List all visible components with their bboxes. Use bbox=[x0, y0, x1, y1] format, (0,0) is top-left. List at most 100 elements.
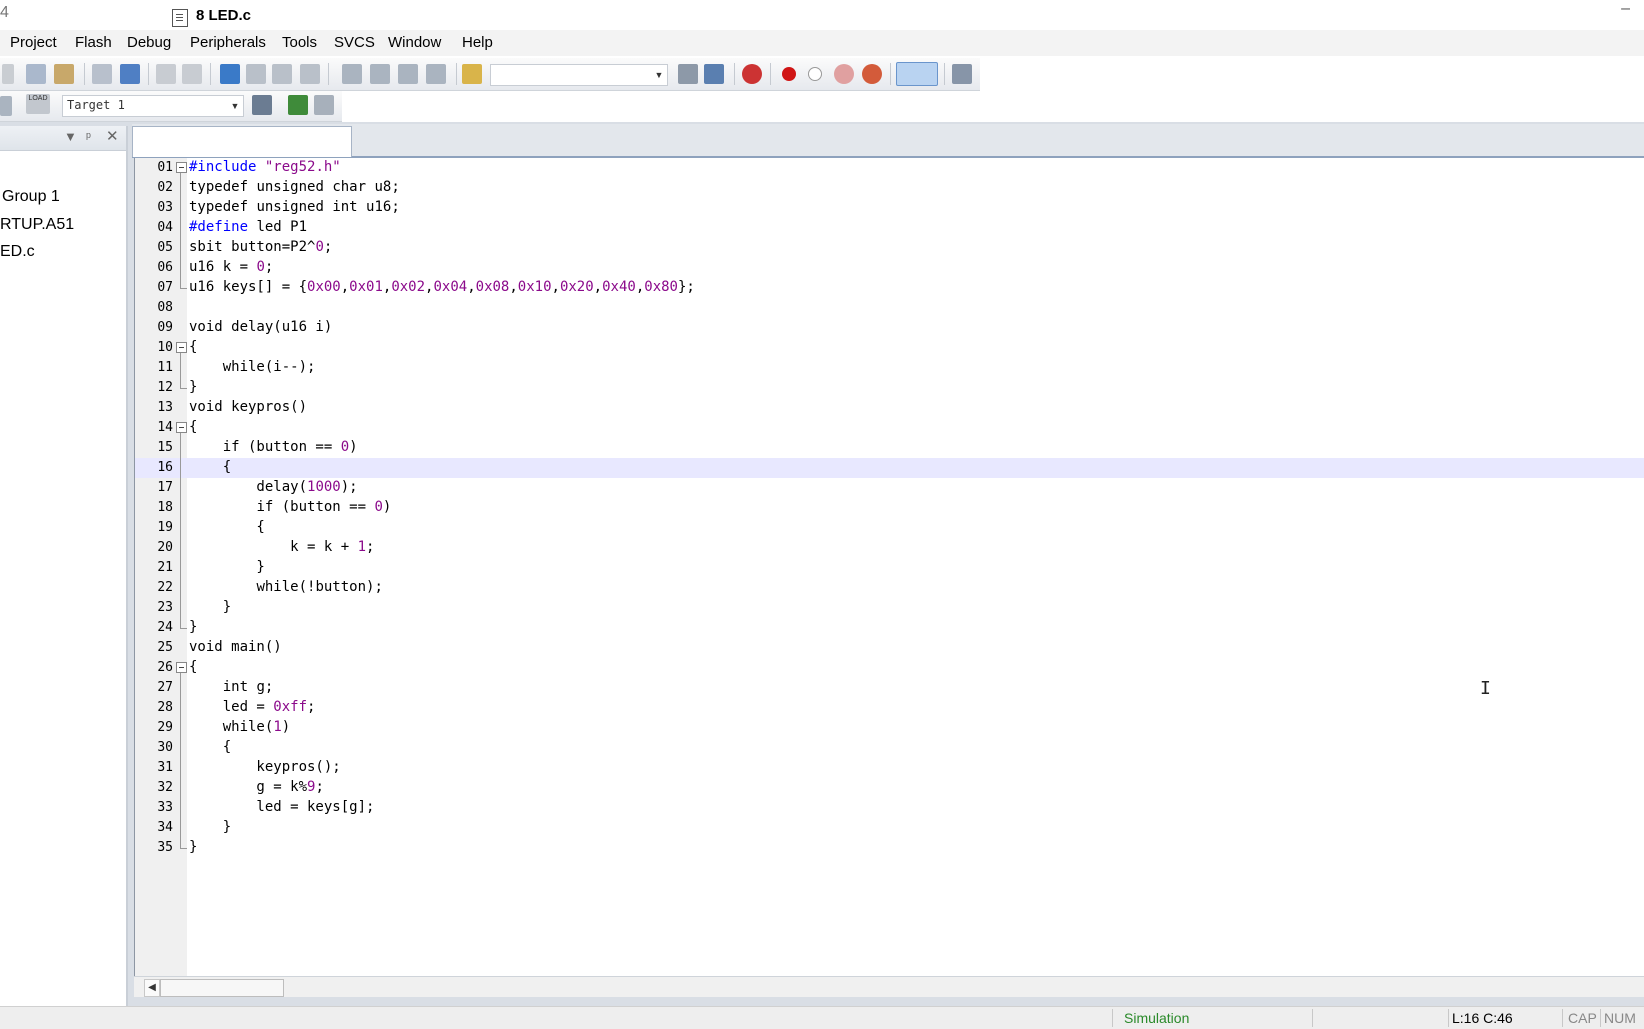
code-line[interactable]: 20 k = k + 1; bbox=[135, 538, 1644, 558]
tree-item-led-c[interactable]: ED.c bbox=[0, 243, 35, 261]
code-line[interactable]: 14 { bbox=[135, 418, 1644, 438]
disable-all-breakpoints-icon[interactable] bbox=[862, 64, 882, 84]
code-line[interactable]: 10 { bbox=[135, 338, 1644, 358]
code-line[interactable]: 26 { bbox=[135, 658, 1644, 678]
nav-forward-icon[interactable] bbox=[182, 64, 202, 84]
panel-dropdown-icon[interactable]: ▼ bbox=[64, 129, 77, 144]
fold-guide bbox=[175, 498, 187, 518]
code-line[interactable]: 02 typedef unsigned char u8; bbox=[135, 178, 1644, 198]
code-line[interactable]: 25 void main() bbox=[135, 638, 1644, 658]
code-line[interactable]: 22 while(!button); bbox=[135, 578, 1644, 598]
cut-icon[interactable] bbox=[2, 64, 14, 84]
manage-project-items-icon[interactable] bbox=[288, 95, 308, 115]
code-line[interactable]: 09 void delay(u16 i) bbox=[135, 318, 1644, 338]
code-line[interactable]: 24} bbox=[135, 618, 1644, 638]
code-line[interactable]: 16 { bbox=[135, 458, 1644, 478]
fold-toggle-icon[interactable] bbox=[175, 658, 187, 678]
find-combo[interactable]: ▼ bbox=[490, 64, 668, 86]
uncomment-icon[interactable] bbox=[426, 64, 446, 84]
code-line[interactable]: 08 bbox=[135, 298, 1644, 318]
disable-breakpoint-icon[interactable] bbox=[808, 67, 822, 81]
scroll-left-icon[interactable]: ◀ bbox=[144, 979, 160, 997]
nav-back-icon[interactable] bbox=[156, 64, 176, 84]
fold-guide bbox=[175, 838, 187, 858]
fold-toggle-icon[interactable] bbox=[175, 418, 187, 438]
menu-tools[interactable]: Tools bbox=[282, 34, 317, 51]
code-line[interactable]: 30 { bbox=[135, 738, 1644, 758]
chevron-down-icon[interactable]: ▼ bbox=[229, 99, 241, 113]
line-number: 34 bbox=[157, 820, 173, 835]
indent-icon[interactable] bbox=[342, 64, 362, 84]
fold-toggle-icon[interactable] bbox=[175, 158, 187, 178]
redo-icon[interactable] bbox=[120, 64, 140, 84]
code-line[interactable]: 31 keypros(); bbox=[135, 758, 1644, 778]
config-icon[interactable] bbox=[704, 64, 724, 84]
code-line[interactable]: 15 if (button == 0) bbox=[135, 438, 1644, 458]
unindent-icon[interactable] bbox=[370, 64, 390, 84]
incremental-find-icon[interactable] bbox=[678, 64, 698, 84]
wrench-icon[interactable] bbox=[952, 64, 972, 84]
menu-peripherals[interactable]: Peripherals bbox=[190, 34, 266, 51]
code-line[interactable]: 03 typedef unsigned int u16; bbox=[135, 198, 1644, 218]
code-line[interactable]: 29 while(1) bbox=[135, 718, 1644, 738]
fold-guide bbox=[175, 378, 187, 398]
code-line[interactable]: 05 sbit button=P2^0; bbox=[135, 238, 1644, 258]
debug-session-icon[interactable] bbox=[742, 64, 762, 84]
menu-window[interactable]: Window bbox=[388, 34, 441, 51]
window-layout-icon[interactable] bbox=[896, 62, 938, 86]
code-line[interactable]: 33 led = keys[g]; bbox=[135, 798, 1644, 818]
code-line[interactable]: 23 } bbox=[135, 598, 1644, 618]
code-line[interactable]: 21 } bbox=[135, 558, 1644, 578]
minimize-button[interactable]: – bbox=[1621, 0, 1630, 18]
load-icon[interactable]: LOAD bbox=[26, 94, 50, 114]
code-text: } bbox=[189, 599, 232, 615]
copy-icon[interactable] bbox=[26, 64, 46, 84]
clear-bookmarks-icon[interactable] bbox=[300, 64, 320, 84]
code-editor[interactable]: 01 #include "reg52.h" 02 typedef unsigned c… bbox=[134, 158, 1644, 976]
undo-icon[interactable] bbox=[92, 64, 112, 84]
code-line[interactable]: 11 while(i--); bbox=[135, 358, 1644, 378]
target-select[interactable]: Target 1 ▼ bbox=[62, 95, 244, 117]
code-line[interactable]: 19 { bbox=[135, 518, 1644, 538]
batch-build-icon[interactable] bbox=[0, 96, 12, 116]
target-options-icon[interactable] bbox=[252, 95, 272, 115]
code-line[interactable]: 35} bbox=[135, 838, 1644, 858]
chevron-down-icon[interactable]: ▼ bbox=[653, 68, 665, 82]
close-icon[interactable]: ✕ bbox=[106, 127, 119, 145]
code-line[interactable]: 04 #define led P1 bbox=[135, 218, 1644, 238]
next-bookmark-icon[interactable] bbox=[272, 64, 292, 84]
menu-project[interactable]: Project bbox=[10, 34, 57, 51]
code-line[interactable]: 32 g = k%9; bbox=[135, 778, 1644, 798]
prev-bookmark-icon[interactable] bbox=[246, 64, 266, 84]
menu-help[interactable]: Help bbox=[462, 34, 493, 51]
scrollbar-thumb[interactable] bbox=[160, 979, 284, 997]
code-text: { bbox=[189, 659, 198, 675]
code-line[interactable]: 07 u16 keys[] = {0x00,0x01,0x02,0x04,0x08… bbox=[135, 278, 1644, 298]
breakpoint-icon[interactable] bbox=[782, 67, 796, 81]
pin-icon[interactable]: ᵖ bbox=[86, 129, 91, 144]
code-text: } bbox=[189, 559, 265, 575]
kill-breakpoints-icon[interactable] bbox=[834, 64, 854, 84]
select-packs-icon[interactable] bbox=[314, 95, 334, 115]
code-line[interactable]: 12} bbox=[135, 378, 1644, 398]
code-line[interactable]: 27 int g; bbox=[135, 678, 1644, 698]
horizontal-scrollbar[interactable]: ◀ bbox=[134, 976, 1644, 997]
menu-flash[interactable]: Flash bbox=[75, 34, 112, 51]
code-line[interactable]: 34 } bbox=[135, 818, 1644, 838]
code-line[interactable]: 06 u16 k = 0; bbox=[135, 258, 1644, 278]
tree-item-group[interactable]: Group 1 bbox=[2, 188, 60, 206]
code-line[interactable]: 13 void keypros() bbox=[135, 398, 1644, 418]
paste-icon[interactable] bbox=[54, 64, 74, 84]
find-in-files-icon[interactable] bbox=[462, 64, 482, 84]
comment-icon[interactable] bbox=[398, 64, 418, 84]
tree-item-startup[interactable]: RTUP.A51 bbox=[0, 216, 74, 234]
code-line[interactable]: 18 if (button == 0) bbox=[135, 498, 1644, 518]
code-line[interactable]: 28 led = 0xff; bbox=[135, 698, 1644, 718]
bookmark-icon[interactable] bbox=[220, 64, 240, 84]
tab-8-led-c[interactable] bbox=[132, 126, 352, 157]
menu-svcs[interactable]: SVCS bbox=[334, 34, 375, 51]
fold-toggle-icon[interactable] bbox=[175, 338, 187, 358]
code-line[interactable]: 17 delay(1000); bbox=[135, 478, 1644, 498]
menu-debug[interactable]: Debug bbox=[127, 34, 171, 51]
code-line[interactable]: 01 #include "reg52.h" bbox=[135, 158, 1644, 178]
